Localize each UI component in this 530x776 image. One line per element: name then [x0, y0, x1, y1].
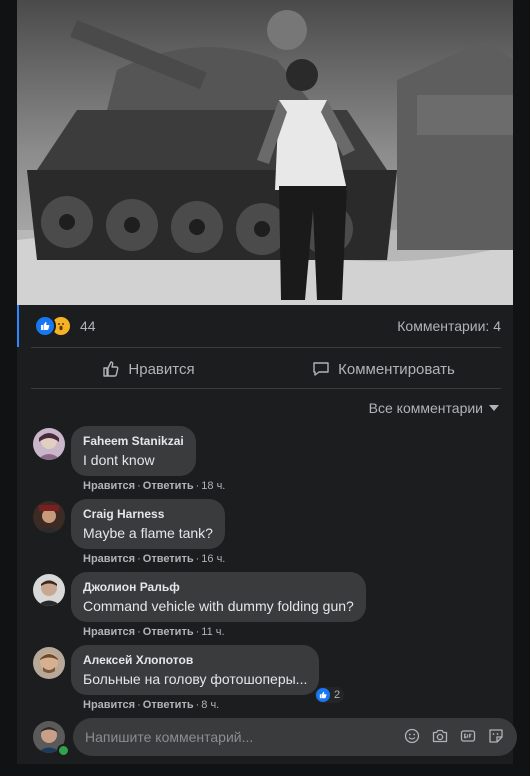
comment-bubble-icon [312, 360, 330, 378]
comment-reaction-count: 2 [334, 689, 341, 701]
reaction-summary[interactable]: 44 [34, 315, 96, 337]
reaction-count: 44 [80, 318, 96, 334]
post-card: 44 Комментарии: 4 Нравится Комментироват… [17, 0, 517, 764]
avatar[interactable] [33, 647, 65, 679]
avatar[interactable] [33, 428, 65, 460]
caret-down-icon [489, 405, 499, 411]
avatar[interactable] [33, 574, 65, 606]
comment-meta: Нравится · Ответить · 18 ч. [83, 480, 226, 492]
sticker-icon[interactable] [487, 727, 505, 745]
comment-like-link[interactable]: Нравится [83, 699, 135, 711]
comment-author[interactable]: Faheem Stanikzai [83, 434, 184, 448]
comment-time[interactable]: 16 ч. [201, 553, 225, 565]
comment-bubble: Алексей Хлопотов Больные на голову фотош… [71, 645, 320, 695]
comment-bubble: Джолион Ральф Command vehicle with dummy… [71, 572, 366, 622]
comment-time[interactable]: 11 ч. [201, 626, 224, 638]
comment-sort-label: Все комментарии [368, 400, 483, 416]
comment-button-label: Комментировать [338, 360, 455, 378]
comment-reply-link[interactable]: Ответить [143, 553, 194, 565]
emoji-icon[interactable] [403, 727, 421, 745]
comment-bubble: Craig Harness Maybe a flame tank? [71, 499, 225, 549]
post-photo[interactable] [17, 0, 513, 305]
like-icon [316, 688, 330, 702]
comment-time[interactable]: 8 ч. [201, 699, 219, 711]
comment-text: Maybe a flame tank? [83, 525, 213, 541]
comment-time[interactable]: 18 ч. [201, 480, 225, 492]
comment-author[interactable]: Craig Harness [83, 507, 213, 521]
tank-photo-image [17, 0, 513, 305]
comment-button[interactable]: Комментировать [266, 352, 501, 386]
divider [31, 388, 501, 389]
comment-reaction-badge[interactable]: 2 [315, 687, 345, 703]
comment-text: Больные на голову фотошоперы... [83, 671, 308, 687]
comment-author[interactable]: Алексей Хлопотов [83, 653, 307, 667]
like-icon [34, 315, 56, 337]
comment-input[interactable]: Напишите комментарий... [73, 718, 517, 756]
comment-meta: Нравится · Ответить · 11 ч. [83, 626, 225, 638]
comment-like-link[interactable]: Нравится [83, 480, 135, 492]
avatar[interactable] [33, 501, 65, 533]
composer-tools [403, 727, 505, 745]
comment-author[interactable]: Джолион Ральф [83, 580, 354, 594]
online-status-dot [57, 744, 70, 757]
comment-like-link[interactable]: Нравится [83, 553, 135, 565]
comment-input-placeholder: Напишите комментарий... [85, 729, 254, 745]
comments-count[interactable]: Комментарии: 4 [397, 318, 501, 334]
post-accent-bar [17, 305, 19, 347]
gif-icon[interactable] [459, 727, 477, 745]
like-button-label: Нравится [128, 360, 195, 378]
comment-text: I dont know [83, 452, 155, 468]
camera-icon[interactable] [431, 727, 449, 745]
comment-like-link[interactable]: Нравится [83, 626, 135, 638]
comment-meta: Нравится · Ответить · 8 ч. [83, 699, 220, 711]
like-button[interactable]: Нравится [31, 352, 266, 386]
comment-composer: Напишите комментарий... [33, 718, 517, 757]
comment-meta: Нравится · Ответить · 16 ч. [83, 553, 226, 565]
comment-sort-dropdown[interactable]: Все комментарии [369, 400, 499, 416]
divider [31, 347, 501, 348]
comment-bubble: Faheem Stanikzai I dont know [71, 426, 196, 476]
comment-reply-link[interactable]: Ответить [143, 480, 194, 492]
comment-reply-link[interactable]: Ответить [143, 699, 194, 711]
thumbs-up-icon [102, 360, 120, 378]
comment-text: Command vehicle with dummy folding gun? [83, 598, 354, 614]
comment-reply-link[interactable]: Ответить [143, 626, 194, 638]
